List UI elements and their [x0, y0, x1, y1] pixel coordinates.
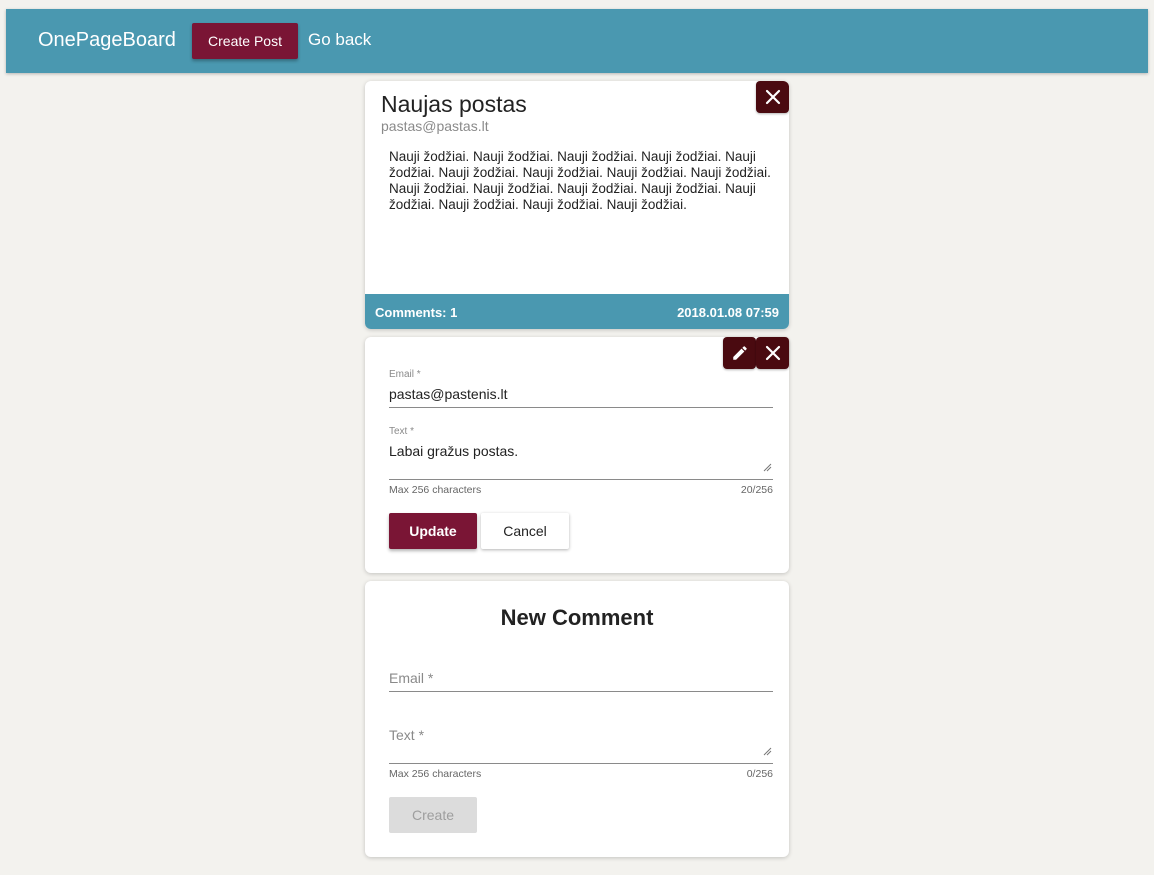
delete-comment-button[interactable]: [756, 337, 789, 369]
text-field[interactable]: Labai gražus postas.: [389, 443, 518, 459]
navbar: OnePageBoard Create Post Go back: [6, 9, 1148, 73]
post-title: Naujas postas: [381, 91, 527, 117]
close-icon: [765, 345, 780, 361]
post-card: Naujas postas pastas@pastas.lt Nauji žod…: [365, 81, 789, 329]
go-back-link[interactable]: Go back: [308, 30, 371, 50]
resize-grip-icon[interactable]: [763, 463, 772, 472]
new-comment-card: New Comment Email * Text * Max 256 chara…: [365, 581, 789, 857]
edit-comment-card: Email * pastas@pastenis.lt Text * Labai …: [365, 337, 789, 573]
new-text-underline: [389, 763, 773, 764]
email-field-underline: [389, 407, 773, 408]
pencil-icon: [732, 346, 747, 360]
comments-count-label: Comments:: [375, 305, 447, 320]
cancel-button[interactable]: Cancel: [481, 513, 569, 549]
text-field-hint: Max 256 characters: [389, 484, 482, 496]
comments-count-value: 1: [450, 305, 458, 320]
new-email-underline: [389, 691, 773, 692]
new-text-hint: Max 256 characters: [389, 768, 482, 780]
text-field-label: Text *: [389, 426, 415, 437]
create-comment-button[interactable]: Create: [389, 797, 477, 833]
create-post-button[interactable]: Create Post: [192, 23, 298, 59]
email-field-label: Email *: [389, 369, 421, 380]
email-field[interactable]: pastas@pastenis.lt: [389, 386, 508, 402]
edit-comment-button[interactable]: [723, 337, 756, 369]
post-body: Nauji žodžiai. Nauji žodžiai. Nauji žodž…: [389, 149, 771, 212]
new-email-input[interactable]: Email *: [389, 670, 433, 686]
new-comment-title: New Comment: [500, 605, 654, 630]
post-date: 2018.01.08 07:59: [677, 305, 779, 320]
comments-count[interactable]: Comments: 1: [375, 305, 457, 320]
post-author-email: pastas@pastas.lt: [381, 118, 489, 134]
resize-grip-icon[interactable]: [763, 747, 772, 756]
brand-title[interactable]: OnePageBoard: [38, 29, 176, 52]
update-button[interactable]: Update: [389, 513, 477, 549]
delete-post-button[interactable]: [756, 81, 789, 113]
new-text-counter: 0/256: [746, 768, 773, 780]
text-field-underline: [389, 479, 773, 480]
new-text-input[interactable]: Text *: [389, 727, 424, 743]
close-icon: [765, 89, 780, 105]
post-footer: Comments: 1 2018.01.08 07:59: [365, 294, 789, 329]
text-field-counter: 20/256: [740, 484, 773, 496]
page-top-strip: [0, 0, 1154, 9]
